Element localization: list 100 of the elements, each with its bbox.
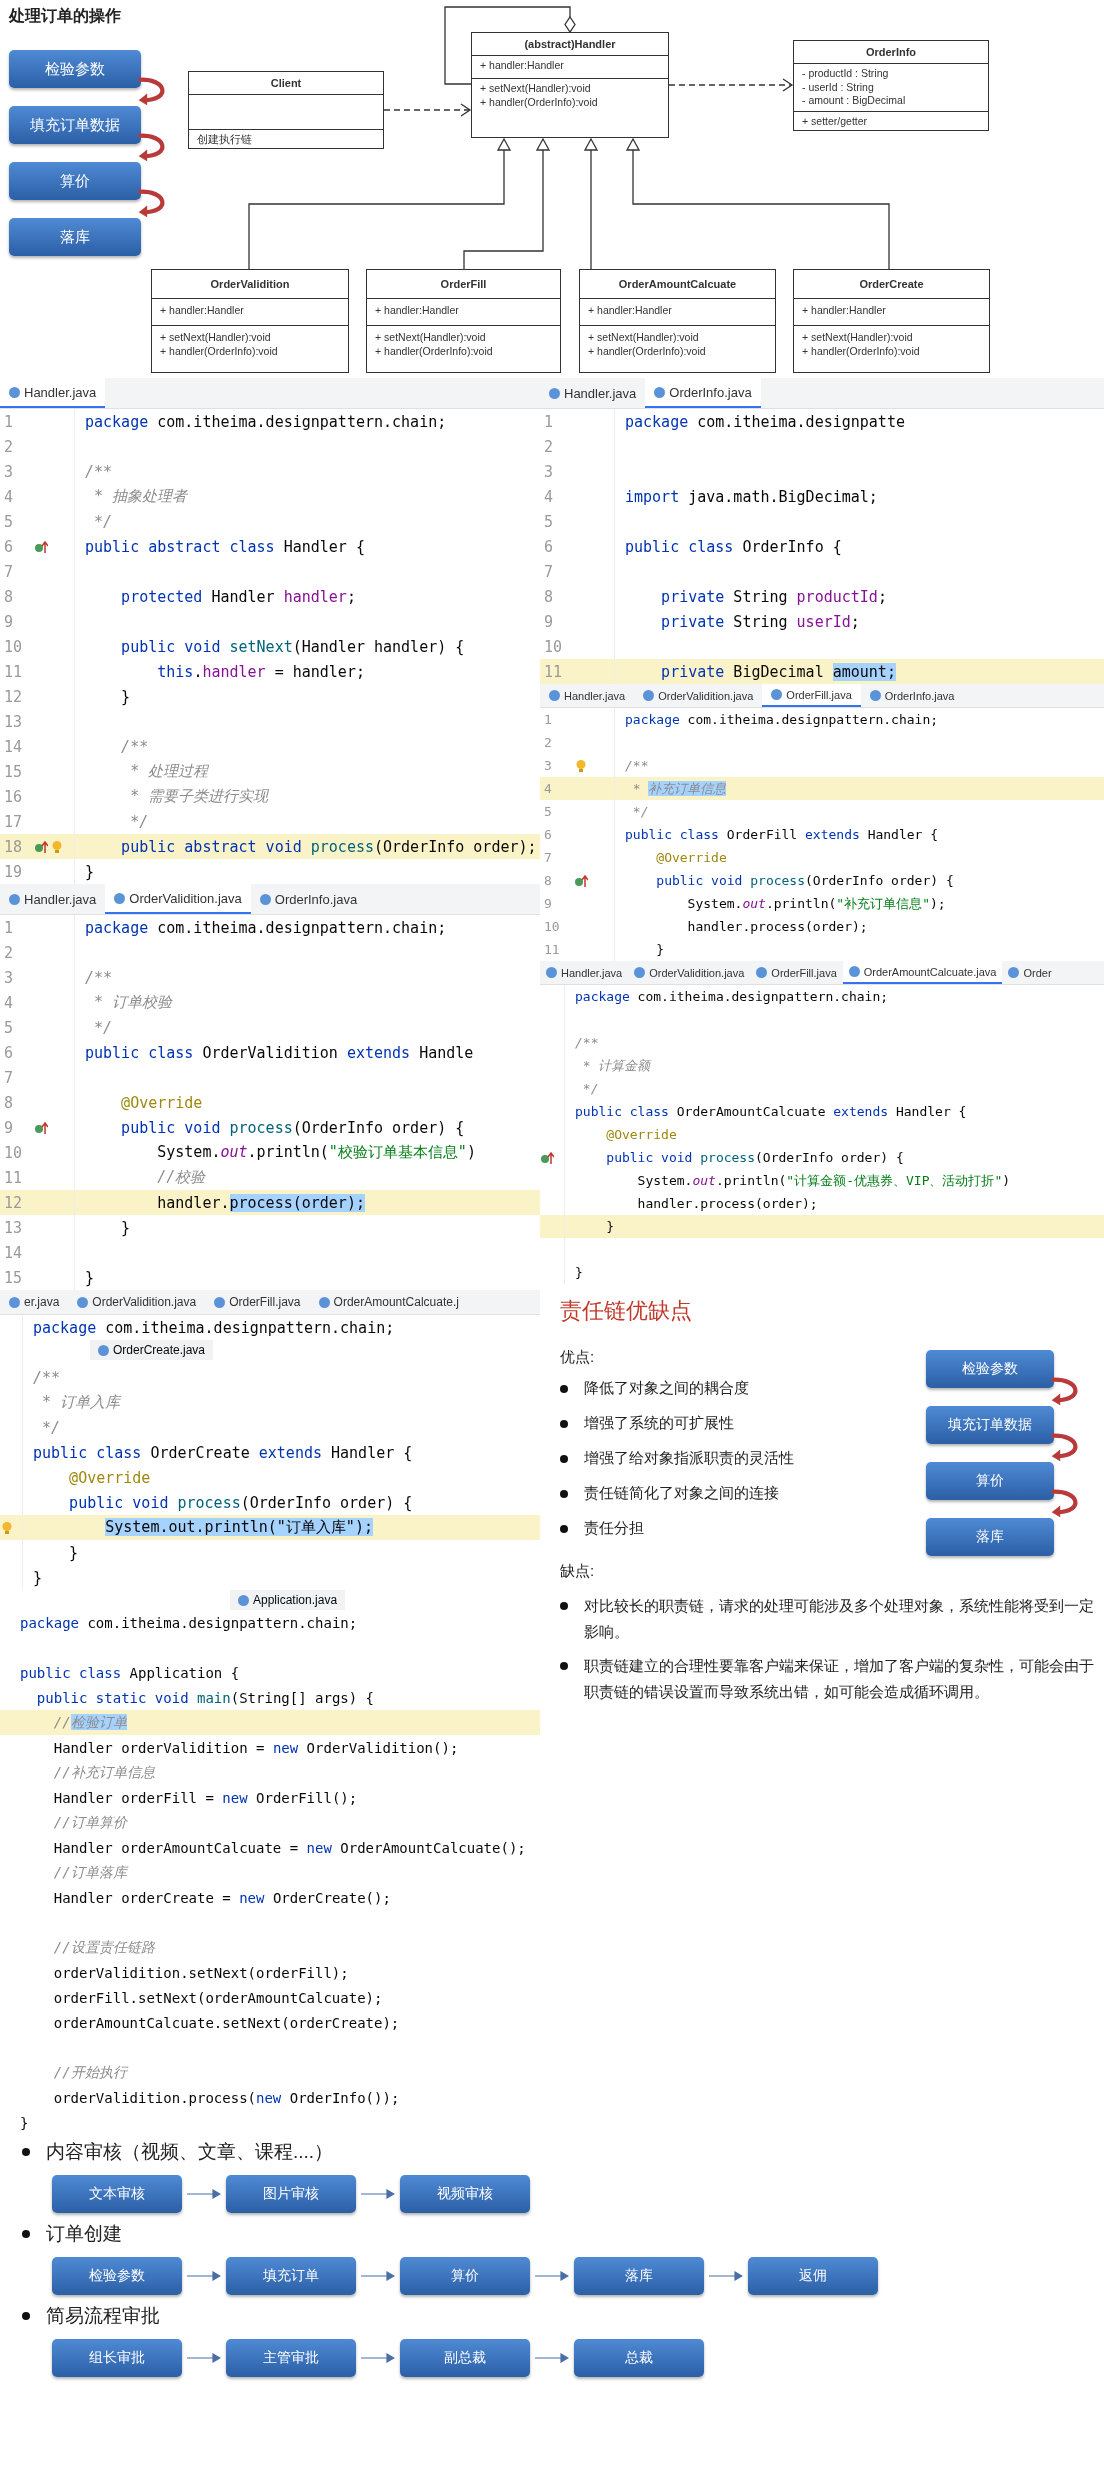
- line-number: 17: [3, 812, 24, 831]
- use-case-title: 简易流程审批: [46, 2304, 160, 2328]
- bullet-dot: [560, 1419, 568, 1428]
- code-line: //检验订单: [52, 1713, 127, 1732]
- class-field: + handler:Handler: [802, 304, 981, 318]
- line-number: 7: [543, 850, 553, 865]
- editor-tab[interactable]: OrderValidition.java: [628, 961, 751, 984]
- class-field: + handler:Handler: [588, 304, 767, 318]
- code-line: public void process(OrderInfo order) {: [68, 1493, 413, 1512]
- gutter-marker-icon[interactable]: [34, 539, 48, 554]
- line-number: 11: [3, 1168, 24, 1187]
- editor-tab[interactable]: OrderFill.java: [750, 961, 843, 984]
- editor-tab[interactable]: Handler.java: [0, 884, 106, 914]
- flow-arrow: [361, 2189, 395, 2199]
- line-number: 1: [543, 412, 555, 431]
- line-number: 4: [543, 487, 555, 506]
- code-line: * 需要子类进行实现: [129, 787, 269, 806]
- code-line: @Override: [655, 850, 727, 865]
- bullet-dot: [560, 1454, 568, 1463]
- editor-tab[interactable]: OrderInfo.java: [860, 684, 964, 707]
- editor-tab[interactable]: Handler.java: [0, 378, 106, 408]
- code-line: orderAmountCalcuate.setNext(orderCreate);: [52, 2014, 400, 2031]
- line-number: 1: [543, 712, 553, 727]
- class-file-icon: [869, 690, 881, 701]
- editor-tab[interactable]: OrderAmountCalcuate.j: [309, 1290, 468, 1314]
- line-number: 8: [3, 587, 15, 606]
- step-box: 图片审核: [226, 2175, 356, 2213]
- line-number: 9: [3, 612, 15, 631]
- list-item: 增强了系统的可扩展性: [584, 1414, 734, 1433]
- use-case-title: 内容审核（视频、文章、课程....）: [46, 2140, 334, 2164]
- code-line: /**: [624, 758, 649, 773]
- editor-tab[interactable]: OrderFill.java: [205, 1290, 310, 1314]
- editor-tab[interactable]: OrderFill.java: [762, 684, 861, 707]
- editor-tab[interactable]: Handler.java: [540, 684, 635, 707]
- editor-tab[interactable]: Order: [1002, 961, 1058, 984]
- line-number: 11: [543, 942, 561, 957]
- editor-tab[interactable]: OrderInfo.java: [645, 378, 761, 408]
- list-item: 对比较长的职责链，请求的处理可能涉及多个处理对象，系统性能将受到一定影响。: [584, 1596, 1094, 1642]
- code-line: orderValidition.process(new OrderInfo());: [52, 2089, 400, 2106]
- list-item: 责任链简化了对象之间的连接: [584, 1484, 779, 1503]
- lightbulb-icon[interactable]: [574, 758, 588, 773]
- class-file-icon: [546, 967, 557, 978]
- line-number: 3: [3, 968, 15, 987]
- code-line: package com.itheima.designpattern.chain;: [32, 1318, 395, 1337]
- editor-tab[interactable]: Application.java: [230, 1590, 346, 1610]
- code-line: public class OrderCreate extends Handler {: [32, 1443, 413, 1462]
- class-method: + setNext(Handler):void: [588, 331, 700, 345]
- editor-tab[interactable]: OrderValidition.java: [634, 684, 763, 707]
- class-file-icon: [9, 1296, 20, 1308]
- class-file-icon: [9, 386, 20, 398]
- step-box: 副总裁: [400, 2339, 530, 2377]
- line-number: 10: [3, 637, 24, 656]
- line-number: 14: [3, 737, 24, 756]
- code-line: package com.itheima.designpattern.chain;: [574, 989, 889, 1004]
- line-number: 2: [3, 943, 15, 962]
- line-number: 13: [3, 712, 24, 731]
- class-file-icon: [214, 1296, 226, 1308]
- code-line: private String productId;: [660, 587, 887, 606]
- pros-label: 优点:: [560, 1348, 596, 1367]
- editor-tab[interactable]: OrderValidition.java: [105, 884, 251, 914]
- editor-tab[interactable]: OrderValidition.java: [68, 1290, 206, 1314]
- class-file-icon: [549, 387, 560, 399]
- editor-tab[interactable]: Handler.java: [540, 961, 629, 984]
- class-file-icon: [9, 893, 20, 905]
- line-number: 12: [3, 1193, 24, 1212]
- code-line: */: [93, 512, 113, 531]
- line-number: 12: [3, 687, 24, 706]
- step-box: 算价: [400, 2257, 530, 2295]
- gutter-marker-icon[interactable]: [34, 839, 48, 854]
- editor-tab[interactable]: Handler.java: [540, 378, 646, 408]
- gutter-marker-icon[interactable]: [540, 1150, 554, 1165]
- editor-tab[interactable]: er.java: [0, 1290, 69, 1314]
- gutter-marker-icon[interactable]: [34, 1120, 48, 1135]
- code-line: }: [84, 862, 95, 881]
- class-file-icon: [549, 690, 560, 701]
- code-line: }: [655, 942, 665, 957]
- code-line: //校验: [156, 1168, 206, 1187]
- class-field: + handler:Handler: [480, 59, 660, 73]
- line-number: 3: [3, 462, 15, 481]
- code-line: System.out.println("计算金额-优惠券、VIP、活动打折"): [636, 1171, 1011, 1190]
- editor-tab[interactable]: OrderAmountCalcuate.java: [842, 961, 1003, 984]
- code-line: /**: [84, 968, 113, 987]
- list-item: 职责链建立的合理性要靠客户端来保证，增加了客户端的复杂性，可能会由于职责链的错误设置而导致系统出错，如可能会造成循环调用。: [584, 1656, 1094, 1702]
- line-number: 14: [3, 1243, 24, 1262]
- code-line: * 订单入库: [41, 1393, 121, 1412]
- line-number: 16: [3, 787, 24, 806]
- gutter-marker-icon[interactable]: [574, 873, 588, 888]
- code-line: }: [605, 1219, 615, 1234]
- code-line: */: [129, 812, 149, 831]
- editor-tab[interactable]: OrderCreate.java: [90, 1340, 214, 1360]
- line-number: 2: [543, 735, 553, 750]
- code-line: orderValidition.setNext(orderFill);: [52, 1964, 349, 1981]
- list-item: 责任分担: [584, 1519, 644, 1538]
- flow-arrow: [187, 2271, 221, 2281]
- code-line: //订单落库: [52, 1863, 127, 1882]
- editor-tab[interactable]: OrderInfo.java: [250, 884, 367, 914]
- line-number: 2: [3, 437, 15, 456]
- class-method: + handler(OrderInfo):void: [588, 344, 707, 358]
- line-number: 8: [3, 1093, 15, 1112]
- line-number: 5: [3, 512, 15, 531]
